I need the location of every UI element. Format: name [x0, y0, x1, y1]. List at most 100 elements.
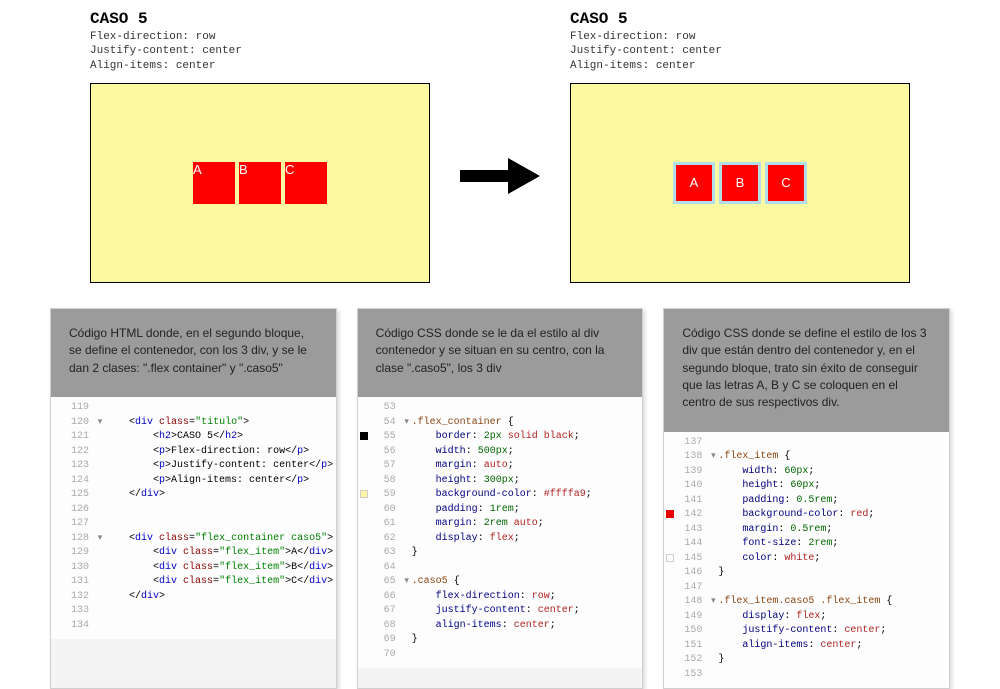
fold-icon — [95, 430, 105, 445]
fold-icon — [95, 619, 105, 634]
flex-item: A — [673, 162, 715, 204]
fold-icon — [708, 653, 718, 668]
example-right: CASO 5 Flex-direction: row Justify-conte… — [570, 10, 910, 283]
code-line: 126 — [51, 503, 336, 518]
code-line: 123 <p>Justify-content: center</p> — [51, 459, 336, 474]
code-body-css2: 137 138▾.flex_item {139 width: 60px;140 … — [664, 432, 949, 689]
code-line: 59 background-color: #ffffa9; — [358, 488, 643, 503]
code-panel-css-item: Código CSS donde se define el estilo de … — [663, 308, 950, 689]
flex-item: B — [719, 162, 761, 204]
fold-icon — [402, 648, 412, 663]
panel-description: Código HTML donde, en el segundo bloque,… — [51, 309, 336, 397]
fold-icon — [402, 532, 412, 547]
fold-icon — [708, 581, 718, 596]
code-line: 70 — [358, 648, 643, 663]
code-line: 139 width: 60px; — [664, 465, 949, 480]
fold-icon — [95, 488, 105, 503]
example-left: CASO 5 Flex-direction: row Justify-conte… — [90, 10, 430, 283]
fold-icon — [708, 479, 718, 494]
code-line: 57 margin: auto; — [358, 459, 643, 474]
gutter-marker-icon — [360, 432, 368, 440]
code-line: 68 align-items: center; — [358, 619, 643, 634]
code-line: 152 } — [664, 653, 949, 668]
fold-icon — [708, 639, 718, 654]
examples-row: CASO 5 Flex-direction: row Justify-conte… — [10, 10, 990, 283]
caso-line: Flex-direction: row — [90, 30, 430, 44]
fold-icon[interactable]: ▾ — [95, 532, 105, 547]
fold-icon — [95, 459, 105, 474]
code-line: 151 align-items: center; — [664, 639, 949, 654]
caso-line: Justify-content: center — [570, 44, 910, 58]
fold-icon — [708, 508, 718, 523]
fold-icon — [402, 619, 412, 634]
fold-icon — [708, 668, 718, 683]
fold-icon[interactable]: ▾ — [95, 416, 105, 431]
flex-container-left: A B C — [90, 83, 430, 283]
code-line: 130 <div class="flex_item">B</div> — [51, 561, 336, 576]
fold-icon — [95, 474, 105, 489]
fold-icon — [95, 575, 105, 590]
code-line: 63 } — [358, 546, 643, 561]
fold-icon — [95, 503, 105, 518]
gutter-marker-icon — [666, 554, 674, 562]
fold-icon[interactable]: ▾ — [708, 595, 718, 610]
fold-icon — [708, 465, 718, 480]
fold-icon — [95, 546, 105, 561]
titulo-left: CASO 5 Flex-direction: row Justify-conte… — [90, 10, 430, 73]
code-line: 128▾ <div class="flex_container caso5"> — [51, 532, 336, 547]
caso-title: CASO 5 — [90, 10, 430, 28]
arrow-icon — [460, 96, 540, 196]
fold-icon[interactable]: ▾ — [708, 450, 718, 465]
code-line: 62 display: flex; — [358, 532, 643, 547]
caso-line: Justify-content: center — [90, 44, 430, 58]
code-panel-html: Código HTML donde, en el segundo bloque,… — [50, 308, 337, 689]
panel-description: Código CSS donde se le da el estilo al d… — [358, 309, 643, 397]
code-line: 140 height: 60px; — [664, 479, 949, 494]
code-line: 153 — [664, 668, 949, 683]
fold-icon — [402, 459, 412, 474]
code-line: 56 width: 500px; — [358, 445, 643, 460]
fold-icon[interactable]: ▾ — [402, 416, 412, 431]
code-line: 134 — [51, 619, 336, 634]
fold-icon — [402, 633, 412, 648]
fold-icon — [708, 494, 718, 509]
code-line: 119 — [51, 401, 336, 416]
code-line: 145 color: white; — [664, 552, 949, 567]
fold-icon — [708, 610, 718, 625]
code-line: 58 height: 300px; — [358, 474, 643, 489]
gutter-marker-icon — [666, 510, 674, 518]
code-line: 60 padding: 1rem; — [358, 503, 643, 518]
code-line: 127 — [51, 517, 336, 532]
code-line: 54▾.flex_container { — [358, 416, 643, 431]
code-line: 129 <div class="flex_item">A</div> — [51, 546, 336, 561]
fold-icon — [402, 488, 412, 503]
fold-icon — [402, 517, 412, 532]
fold-icon — [95, 517, 105, 532]
fold-icon — [402, 401, 412, 416]
fold-icon — [402, 503, 412, 518]
flex-container-right: A B C — [570, 83, 910, 283]
fold-icon — [708, 552, 718, 567]
code-line: 143 margin: 0.5rem; — [664, 523, 949, 538]
fold-icon[interactable]: ▾ — [402, 575, 412, 590]
code-line: 69 } — [358, 633, 643, 648]
code-line: 150 justify-content: center; — [664, 624, 949, 639]
fold-icon — [95, 590, 105, 605]
code-line: 124 <p>Align-items: center</p> — [51, 474, 336, 489]
code-panel-css-container: Código CSS donde se le da el estilo al d… — [357, 308, 644, 689]
fold-icon — [402, 474, 412, 489]
code-line: 149 display: flex; — [664, 610, 949, 625]
code-line: 64 — [358, 561, 643, 576]
code-line: 133 — [51, 604, 336, 619]
code-line: 125 </div> — [51, 488, 336, 503]
fold-icon — [95, 445, 105, 460]
code-line: 142 background-color: red; — [664, 508, 949, 523]
caso-title: CASO 5 — [570, 10, 910, 28]
fold-icon — [402, 590, 412, 605]
code-line: 144 font-size: 2rem; — [664, 537, 949, 552]
fold-icon — [708, 537, 718, 552]
caso-line: Align-items: center — [90, 59, 430, 73]
code-body-html: 119 120▾ <div class="titulo">121 <h2>CAS… — [51, 397, 336, 639]
code-line: 66 flex-direction: row; — [358, 590, 643, 605]
flex-item: B — [239, 162, 281, 204]
